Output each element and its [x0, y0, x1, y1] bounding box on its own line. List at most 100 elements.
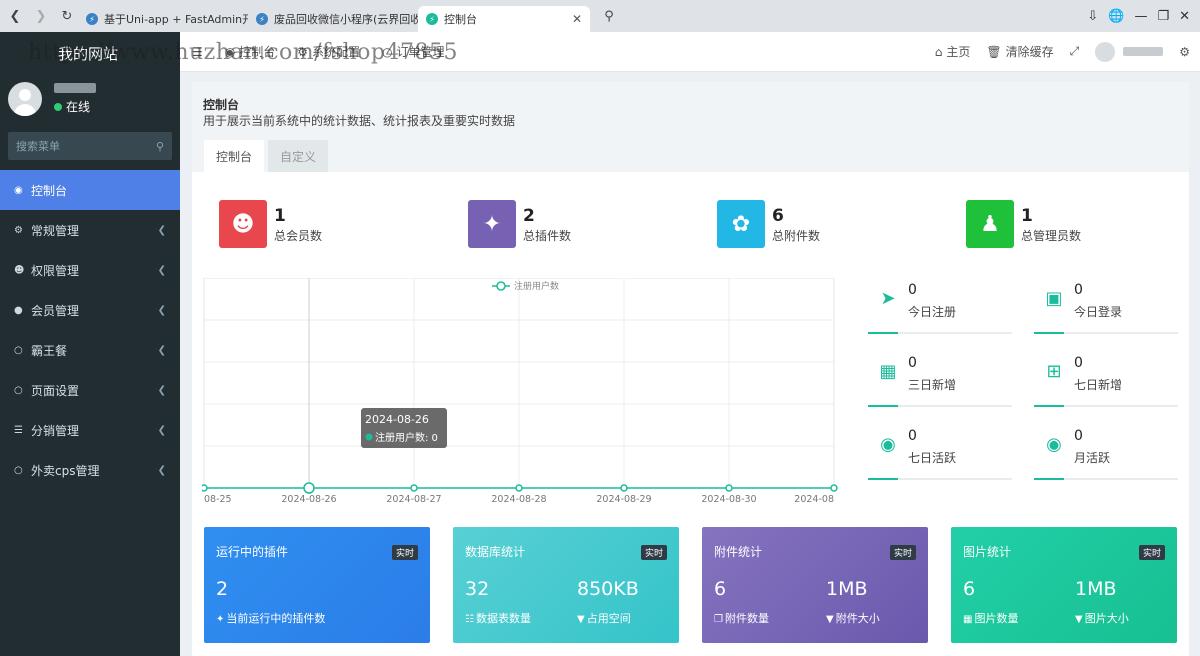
realtime-badge: 实时 — [1138, 545, 1165, 560]
tab-favicon-icon: ⚡ — [256, 13, 268, 25]
data-point — [303, 482, 315, 494]
sidebar-item-dashboard[interactable]: ◉ 控制台 — [0, 170, 180, 210]
tab-console[interactable]: 控制台 — [204, 140, 265, 172]
chevron-left-icon: ❮ — [157, 424, 166, 436]
stat-members: ☻ 1 总会员数 — [219, 200, 322, 248]
stat-admins: ♟ 1 总管理员数 — [966, 200, 1081, 248]
sidebar-item-auth[interactable]: ☻ 权限管理 ❮ — [0, 250, 180, 290]
menu-search-input[interactable] — [16, 139, 146, 153]
tab-custom[interactable]: 自定义 — [268, 140, 329, 172]
mini-stat-today-login: ▣ 0 今日登录 — [1034, 282, 1178, 334]
browser-tab-1[interactable]: ⚡ 基于Uni-app + FastAdmin开发的 — [78, 6, 248, 32]
sidebar-item-bawangcan[interactable]: ○ 霸王餐 ❮ — [0, 330, 180, 370]
tooltip-dot — [365, 433, 373, 441]
realtime-badge: 实时 — [391, 545, 418, 560]
group-icon: ☻ — [14, 264, 25, 276]
filter-icon: ▼ — [826, 614, 834, 625]
user-menu[interactable] — [1095, 41, 1164, 62]
restore-icon[interactable]: ❐ — [1157, 9, 1169, 24]
chart-svg: 08-25 2024-08-26 2024-08-27 2024-08-28 2024-… — [200, 277, 838, 505]
minimize-icon[interactable]: — — [1134, 9, 1147, 24]
home-icon: ⌂ — [934, 44, 943, 59]
x-tick-label: 2024-08-30 — [701, 494, 756, 505]
calendar-plus-icon: ⊞ — [1046, 360, 1062, 382]
magic-wand-icon: ✦ — [468, 200, 516, 248]
forward-icon[interactable]: ❯ — [30, 5, 52, 27]
sidebar-item-page-settings[interactable]: ○ 页面设置 ❮ — [0, 370, 180, 410]
tab-orders[interactable]: ○ 订单管理 — [382, 43, 445, 60]
sidebar-item-takeout-cps[interactable]: ○ 外卖cps管理 ❮ — [0, 450, 180, 490]
tab-search-icon[interactable]: ⚲ — [598, 5, 620, 27]
magic-wand-icon: ✦ — [216, 614, 225, 625]
clear-cache-button[interactable]: 🗑 清除缓存 — [986, 43, 1053, 60]
window-close-icon[interactable]: ✕ — [1179, 9, 1190, 24]
data-point — [200, 484, 208, 492]
sidebar-item-general[interactable]: ⚙ 常规管理 ❮ — [0, 210, 180, 250]
mini-stat-seven-day-active: ◉ 0 七日活跃 — [868, 428, 1012, 480]
mini-stat-seven-day-new: ⊞ 0 七日新增 — [1034, 355, 1178, 407]
tab-system-config[interactable]: ⚙ 系统配置 — [297, 43, 360, 60]
leaf-icon: ✿ — [717, 200, 765, 248]
back-icon[interactable]: ❮ — [4, 5, 26, 27]
user-name-redacted — [54, 83, 96, 93]
x-tick-label: 2024-08-27 — [386, 494, 441, 505]
download-icon[interactable]: ⇩ — [1087, 9, 1098, 24]
users-icon: ☻ — [219, 200, 267, 248]
dashboard-icon: ◉ — [14, 184, 23, 196]
x-tick-label: 2024-08-26 — [281, 494, 336, 505]
sidebar-item-distribution[interactable]: ☰ 分销管理 ❮ — [0, 410, 180, 450]
x-tick-label: 2024-08-29 — [596, 494, 651, 505]
x-tick-label: 2024-08-28 — [491, 494, 546, 505]
stat-plugins: ✦ 2 总插件数 — [468, 200, 571, 248]
avatar — [1095, 41, 1116, 62]
sidebar: 我的网站 在线 ⚲ ◉ 控制台 ⚙ 常规管理 ❮ ☻ 权限管理 ❮ ● 会员管理… — [0, 32, 180, 656]
chevron-left-icon: ❮ — [157, 384, 166, 396]
chevron-left-icon: ❮ — [157, 464, 166, 476]
globe-icon[interactable]: 🌐 — [1108, 9, 1124, 24]
realtime-badge: 实时 — [889, 545, 916, 560]
chevron-left-icon: ❮ — [157, 264, 166, 276]
calendar-icon: ▦ — [879, 360, 897, 382]
cog-icon: ⚙ — [297, 44, 309, 59]
menu-search: ⚲ — [8, 132, 172, 160]
data-point — [515, 484, 523, 492]
fullscreen-icon[interactable]: ⤢ — [1070, 44, 1080, 59]
search-icon[interactable]: ⚲ — [156, 140, 164, 153]
tab-favicon-icon: ⚡ — [86, 13, 98, 25]
browser-tab-2[interactable]: ⚡ 废品回收微信小程序(云界回收系统 — [248, 6, 418, 32]
user-icon: ♟ — [966, 200, 1014, 248]
user-circle-icon: ◉ — [1046, 433, 1062, 455]
card-attachment-stats: 附件统计 实时 6 1MB ❐ 附件数量 ▼ 附件大小 — [702, 527, 928, 643]
reload-icon[interactable]: ↻ — [56, 5, 78, 27]
circle-icon: ○ — [14, 344, 23, 356]
top-header: ☰ ◉ 控制台 ⚙ 系统配置 ○ 订单管理 ⌂ 主页 🗑 清除缓存 ⤢ ⚙ — [180, 32, 1200, 72]
rocket-icon: ➤ — [880, 287, 896, 309]
data-point — [620, 484, 628, 492]
mini-stat-monthly-active: ◉ 0 月活跃 — [1034, 428, 1178, 480]
cogs-icon[interactable]: ⚙ — [1179, 45, 1190, 59]
online-dot-icon — [54, 102, 62, 111]
browser-tab-3[interactable]: ⚡ 控制台 ✕ — [418, 6, 590, 32]
home-link[interactable]: ⌂ 主页 — [935, 43, 971, 60]
user-name-redacted — [1123, 47, 1164, 56]
cogs-icon: ⚙ — [14, 224, 23, 236]
page-title: 控制台 — [203, 98, 240, 112]
tab-dashboard[interactable]: ◉ 控制台 — [225, 43, 276, 60]
filter-icon: ▼ — [577, 614, 585, 625]
tab-favicon-icon: ⚡ — [426, 13, 438, 25]
close-icon[interactable]: ✕ — [562, 12, 582, 26]
data-point — [830, 484, 838, 492]
menu-toggle-icon[interactable]: ☰ — [192, 45, 203, 59]
content-header: 控制台 用于展示当前系统中的统计数据、统计报表及重要实时数据 控制台 自定义 — [192, 82, 1189, 172]
database-icon: ☷ — [465, 614, 474, 625]
clone-icon: ❐ — [714, 614, 723, 625]
card-image-stats: 图片统计 实时 6 1MB ▦ 图片数量 ▼ 图片大小 — [951, 527, 1177, 643]
site-logo[interactable]: 我的网站 — [0, 32, 180, 74]
sidebar-item-members[interactable]: ● 会员管理 ❮ — [0, 290, 180, 330]
circle-icon: ○ — [14, 384, 23, 396]
realtime-badge: 实时 — [640, 545, 667, 560]
user-circle-icon: ● — [14, 304, 23, 316]
card-database-stats: 数据库统计 实时 32 850KB ☷ 数据表数量 ▼ 占用空间 — [453, 527, 679, 643]
trash-icon: 🗑 — [986, 44, 1002, 59]
card-running-plugins: 运行中的插件 实时 2 ✦ 当前运行中的插件数 — [204, 527, 430, 643]
